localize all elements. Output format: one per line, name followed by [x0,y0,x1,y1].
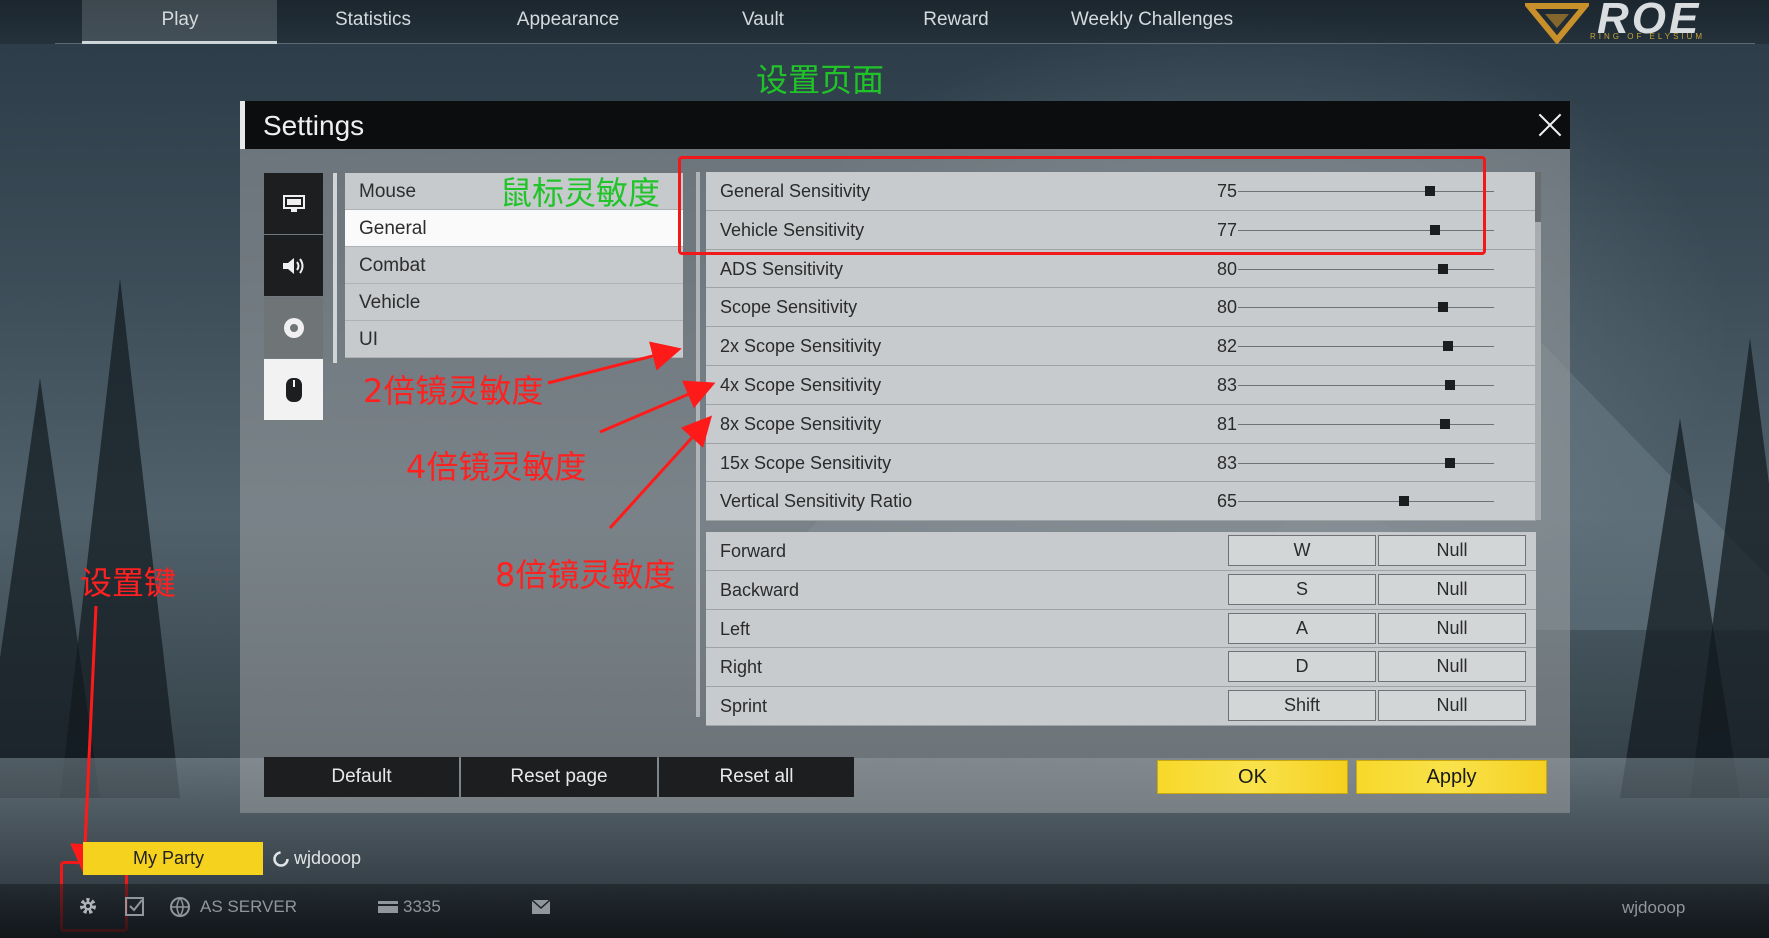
username-label: wjdooop [1622,898,1686,917]
server-label[interactable]: AS SERVER [200,897,297,917]
party-member-name: wjdooop [294,848,362,868]
reset-page-button[interactable]: Reset page [461,757,657,797]
apply-button[interactable]: Apply [1356,760,1547,794]
currency-icon [378,901,398,913]
annotation-2x-scope: 2倍镜灵敏度 [363,372,544,410]
currency-amount: 3335 [403,897,441,916]
annotation-8x-scope: 8倍镜灵敏度 [495,556,676,594]
reset-all-button[interactable]: Reset all [659,757,854,797]
globe-icon[interactable] [169,896,191,918]
mail-icon[interactable] [530,898,552,916]
annotation-4x-scope: 4倍镜灵敏度 [406,448,587,486]
checklist-icon[interactable] [124,895,146,917]
my-party-button[interactable]: My Party [83,842,263,875]
default-button[interactable]: Default [264,757,459,797]
annotation-settings-key: 设置键 [80,564,177,602]
ok-button[interactable]: OK [1157,760,1348,794]
gear-icon[interactable] [76,894,100,918]
annotation-arrows [70,341,716,874]
loading-icon [273,851,289,867]
